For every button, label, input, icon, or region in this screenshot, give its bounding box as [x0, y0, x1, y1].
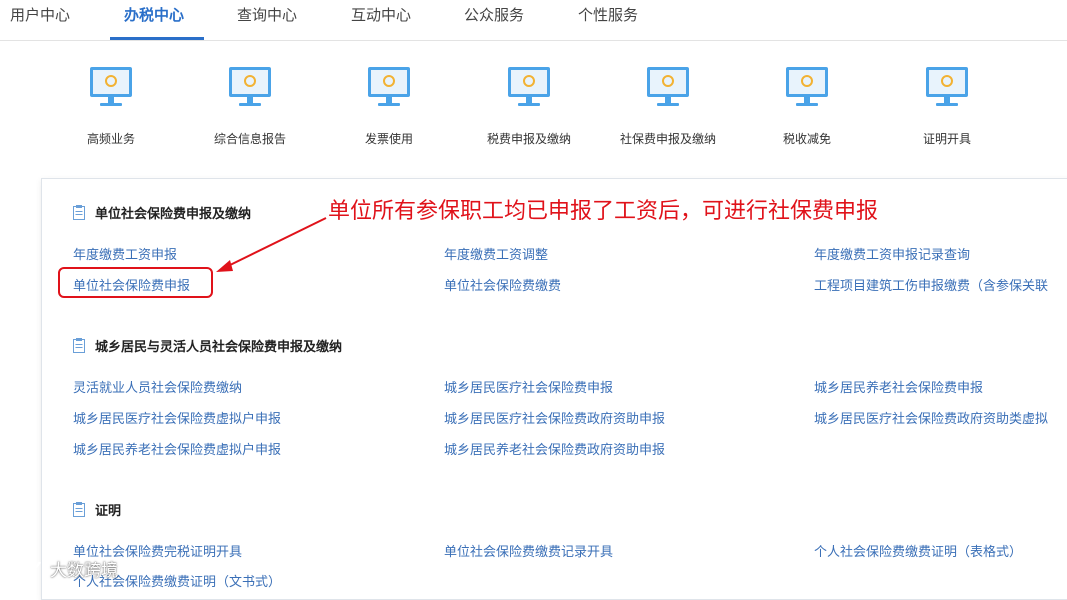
link-resident-medical-virtual[interactable]: 城乡居民医疗社会保险费虚拟户申报	[73, 408, 281, 427]
link-annual-wage-declare[interactable]: 年度缴费工资申报	[73, 244, 177, 263]
tab-query-center[interactable]: 查询中心	[237, 0, 297, 38]
service-tax-relief[interactable]: 税收减免	[737, 66, 877, 147]
link-resident-medical-gov-aid-virtual[interactable]: 城乡居民医疗社会保险费政府资助类虚拟	[814, 408, 1048, 427]
watermark: 大数跨境	[10, 556, 118, 581]
service-label: 税费申报及缴纳	[486, 132, 571, 146]
section-title-certificate: 证明	[73, 500, 121, 519]
link-annual-wage-record-query[interactable]: 年度缴费工资申报记录查询	[814, 244, 970, 263]
active-tab-indicator	[110, 37, 204, 40]
section-title-resident-insurance: 城乡居民与灵活人员社会保险费申报及缴纳	[73, 336, 342, 355]
service-label: 发票使用	[364, 132, 413, 146]
link-resident-pension-gov-aid[interactable]: 城乡居民养老社会保险费政府资助申报	[444, 439, 665, 458]
link-resident-pension-virtual[interactable]: 城乡居民养老社会保险费虚拟户申报	[73, 439, 281, 458]
service-invoice[interactable]: 发票使用	[319, 66, 459, 147]
service-social-insurance[interactable]: 社保费申报及缴纳	[598, 66, 738, 147]
section-title-unit-insurance: 单位社会保险费申报及缴纳	[73, 203, 251, 222]
link-resident-pension-declare[interactable]: 城乡居民养老社会保险费申报	[814, 377, 983, 396]
service-label: 证明开具	[922, 132, 971, 146]
monitor-icon	[368, 67, 410, 106]
service-certificate[interactable]: 证明开具	[877, 66, 1017, 147]
annotation-highlight-box	[58, 267, 213, 298]
monitor-icon	[926, 67, 968, 106]
top-nav: 用户中心 办税中心 查询中心 互动中心 公众服务 个性服务	[0, 0, 1067, 41]
service-frequent[interactable]: 高频业务	[41, 66, 181, 147]
monitor-icon	[90, 67, 132, 106]
tab-interaction-center[interactable]: 互动中心	[351, 0, 411, 38]
link-annual-wage-adjust[interactable]: 年度缴费工资调整	[444, 244, 548, 263]
clipboard-icon	[73, 338, 85, 353]
service-label: 税收减免	[782, 132, 831, 146]
service-info-report[interactable]: 综合信息报告	[180, 66, 320, 147]
link-unit-payment-record[interactable]: 单位社会保险费缴费记录开具	[444, 541, 613, 560]
service-label: 社保费申报及缴纳	[619, 132, 716, 146]
annotation-text: 单位所有参保职工均已申报了工资后，可进行社保费申报	[328, 199, 879, 224]
service-label: 综合信息报告	[213, 132, 286, 146]
tab-tax-center[interactable]: 办税中心	[124, 0, 184, 38]
service-tax-declare[interactable]: 税费申报及缴纳	[459, 66, 599, 147]
monitor-icon	[786, 67, 828, 106]
link-resident-medical-gov-aid[interactable]: 城乡居民医疗社会保险费政府资助申报	[444, 408, 665, 427]
clipboard-icon	[73, 502, 85, 517]
monitor-icon	[229, 67, 271, 106]
link-unit-insurance-pay[interactable]: 单位社会保险费缴费	[444, 275, 561, 294]
social-insurance-menu-panel: 单位社会保险费申报及缴纳 年度缴费工资申报 年度缴费工资调整 年度缴费工资申报记…	[41, 178, 1067, 600]
monitor-icon	[508, 67, 550, 106]
tab-public-service[interactable]: 公众服务	[464, 0, 524, 38]
watermark-logo-icon	[11, 561, 42, 577]
monitor-icon	[647, 67, 689, 106]
link-flexible-employment-pay[interactable]: 灵活就业人员社会保险费缴纳	[73, 377, 242, 396]
clipboard-icon	[73, 205, 85, 220]
link-resident-medical-declare[interactable]: 城乡居民医疗社会保险费申报	[444, 377, 613, 396]
tab-personal-service[interactable]: 个性服务	[578, 0, 638, 38]
link-construction-injury-declare[interactable]: 工程项目建筑工伤申报缴费（含参保关联	[814, 275, 1048, 294]
service-label: 高频业务	[86, 132, 135, 146]
tab-user-center[interactable]: 用户中心	[10, 0, 70, 38]
link-personal-payment-cert-table[interactable]: 个人社会保险费缴费证明（表格式）	[814, 541, 1022, 560]
